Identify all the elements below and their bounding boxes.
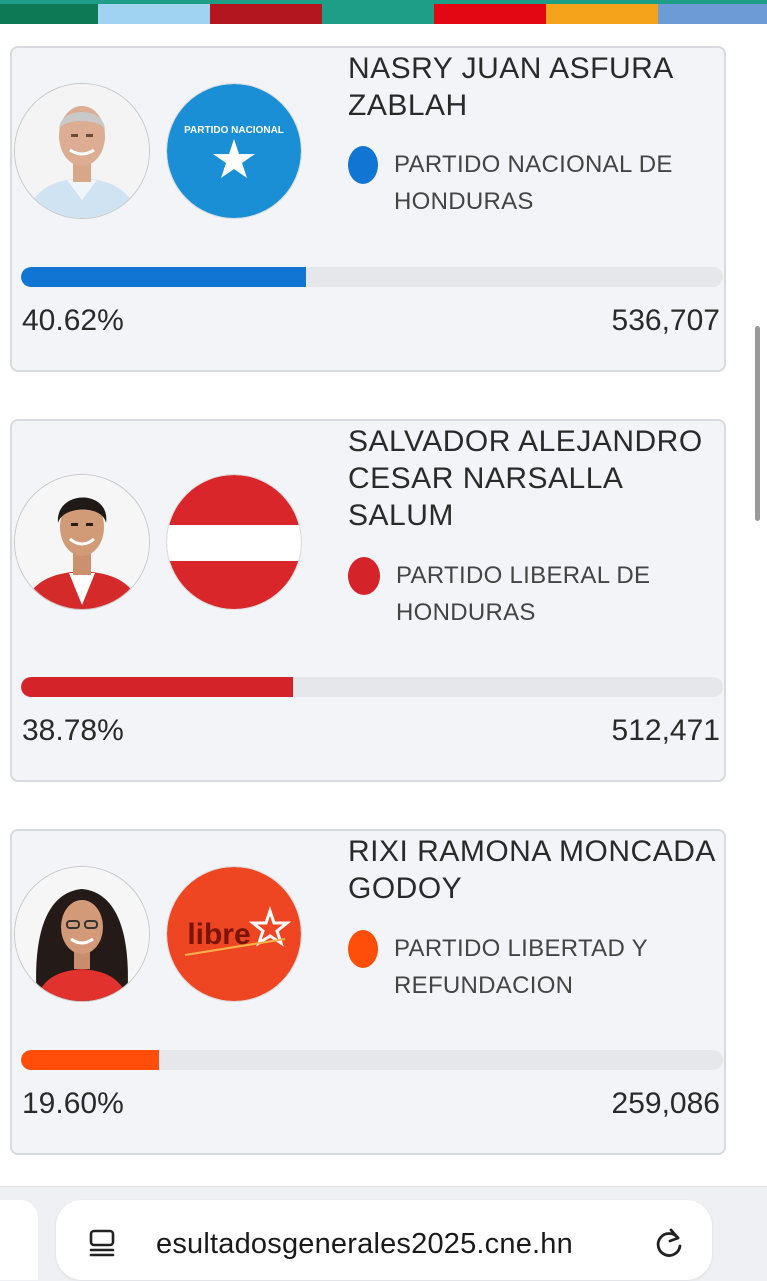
- party-color-dot: [348, 557, 380, 595]
- address-bar[interactable]: esultadosgenerales2025.cne.hn: [56, 1200, 712, 1280]
- candidate-card[interactable]: libre RIXI RAMONA MONCADA GODOY PARTIDO …: [10, 829, 726, 1155]
- partido-nacional-logo: PARTIDO NACIONAL: [166, 83, 302, 219]
- vote-count: 512,471: [611, 714, 720, 747]
- vote-percentage: 38.78%: [22, 714, 124, 747]
- candidate-name: SALVADOR ALEJANDRO CESAR NARSALLA SALUM: [348, 425, 703, 532]
- vote-progress-fill: [21, 677, 294, 697]
- libre-party-logo: libre: [166, 866, 302, 1002]
- party-name: PARTIDO LIBERTAD Y REFUNDACION: [394, 935, 648, 999]
- party-row: PARTIDO LIBERTAD Y REFUNDACION: [348, 930, 694, 1004]
- previous-tab-pill[interactable]: [0, 1200, 38, 1280]
- page-scrollbar[interactable]: [755, 326, 760, 521]
- candidate-photo: [14, 474, 150, 610]
- candidate-name: NASRY JUAN ASFURA ZABLAH: [348, 52, 673, 122]
- candidate-name: RIXI RAMONA MONCADA GODOY: [348, 835, 715, 905]
- svg-text:PARTIDO NACIONAL: PARTIDO NACIONAL: [184, 125, 284, 136]
- vote-percentage: 19.60%: [22, 1087, 124, 1120]
- url-text[interactable]: esultadosgenerales2025.cne.hn: [156, 1228, 573, 1261]
- vote-progress-fill: [21, 1050, 159, 1070]
- partido-liberal-logo: [166, 474, 302, 610]
- party-row: PARTIDO NACIONAL DE HONDURAS: [348, 146, 694, 220]
- reload-icon[interactable]: [652, 1226, 686, 1260]
- party-row: PARTIDO LIBERAL DE HONDURAS: [348, 557, 696, 631]
- candidate-card[interactable]: PARTIDO NACIONAL NASRY JUAN ASFURA ZABLA…: [10, 46, 726, 372]
- top-accent-line: [0, 0, 767, 4]
- reader-mode-icon[interactable]: [86, 1226, 118, 1258]
- candidate-card[interactable]: SALVADOR ALEJANDRO CESAR NARSALLA SALUM …: [10, 419, 726, 782]
- vote-count: 259,086: [611, 1087, 720, 1120]
- vote-percentage: 40.62%: [22, 304, 124, 337]
- vote-progress-bar: [21, 1050, 723, 1070]
- party-color-dot: [348, 146, 378, 184]
- vote-progress-bar: [21, 267, 723, 287]
- party-color-dot: [348, 930, 378, 968]
- vote-progress-fill: [21, 267, 307, 287]
- vote-progress-bar: [21, 677, 723, 697]
- party-name: PARTIDO NACIONAL DE HONDURAS: [394, 151, 673, 215]
- party-name: PARTIDO LIBERAL DE HONDURAS: [396, 562, 651, 626]
- vote-count: 536,707: [611, 304, 720, 337]
- candidate-photo: [14, 83, 150, 219]
- candidate-photo: [14, 866, 150, 1002]
